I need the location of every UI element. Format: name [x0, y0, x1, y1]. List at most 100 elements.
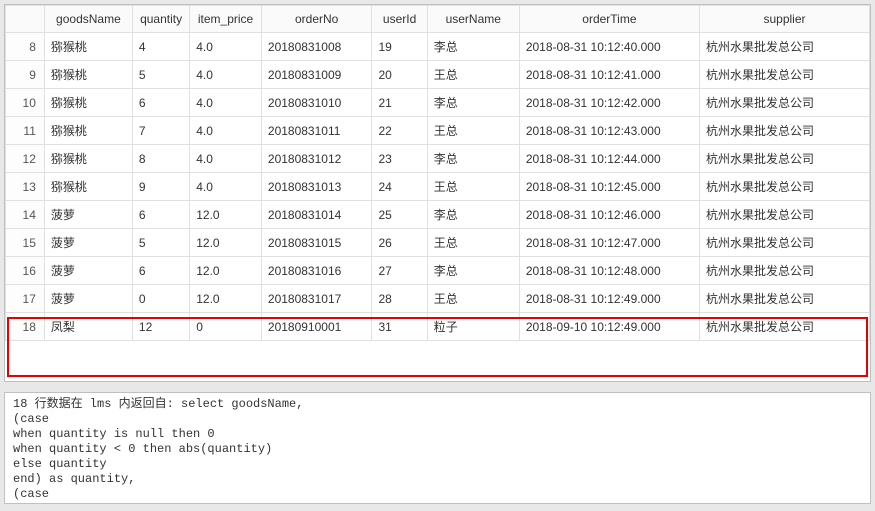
cell-userId[interactable]: 20 [372, 61, 427, 89]
cell-goodsName[interactable]: 猕猴桃 [44, 145, 132, 173]
row-number[interactable]: 8 [6, 33, 45, 61]
cell-supplier[interactable]: 杭州水果批发总公司 [699, 285, 869, 313]
cell-quantity[interactable]: 0 [132, 285, 189, 313]
row-number[interactable]: 16 [6, 257, 45, 285]
cell-userId[interactable]: 24 [372, 173, 427, 201]
cell-orderTime[interactable]: 2018-08-31 10:12:47.000 [519, 229, 699, 257]
cell-goodsName[interactable]: 猕猴桃 [44, 61, 132, 89]
col-orderNo[interactable]: orderNo [261, 6, 372, 33]
cell-supplier[interactable]: 杭州水果批发总公司 [699, 89, 869, 117]
cell-goodsName[interactable]: 菠萝 [44, 201, 132, 229]
row-number[interactable]: 18 [6, 313, 45, 341]
cell-orderNo[interactable]: 20180831015 [261, 229, 372, 257]
table-row[interactable]: 18凤梨1202018091000131粒子2018-09-10 10:12:4… [6, 313, 870, 341]
cell-orderNo[interactable]: 20180831017 [261, 285, 372, 313]
cell-item-price[interactable]: 4.0 [190, 89, 262, 117]
cell-orderNo[interactable]: 20180831008 [261, 33, 372, 61]
cell-orderTime[interactable]: 2018-08-31 10:12:43.000 [519, 117, 699, 145]
table-row[interactable]: 11猕猴桃74.02018083101122王总2018-08-31 10:12… [6, 117, 870, 145]
cell-item-price[interactable]: 4.0 [190, 117, 262, 145]
cell-userId[interactable]: 28 [372, 285, 427, 313]
cell-userName[interactable]: 李总 [427, 33, 519, 61]
cell-item-price[interactable]: 4.0 [190, 173, 262, 201]
cell-item-price[interactable]: 4.0 [190, 33, 262, 61]
cell-orderNo[interactable]: 20180831009 [261, 61, 372, 89]
cell-orderTime[interactable]: 2018-08-31 10:12:44.000 [519, 145, 699, 173]
cell-userId[interactable]: 19 [372, 33, 427, 61]
cell-supplier[interactable]: 杭州水果批发总公司 [699, 173, 869, 201]
table-row[interactable]: 17菠萝012.02018083101728王总2018-08-31 10:12… [6, 285, 870, 313]
cell-supplier[interactable]: 杭州水果批发总公司 [699, 117, 869, 145]
col-orderTime[interactable]: orderTime [519, 6, 699, 33]
col-goodsName[interactable]: goodsName [44, 6, 132, 33]
cell-orderTime[interactable]: 2018-08-31 10:12:49.000 [519, 285, 699, 313]
row-number[interactable]: 10 [6, 89, 45, 117]
col-supplier[interactable]: supplier [699, 6, 869, 33]
results-table-panel[interactable]: goodsName quantity item_price orderNo us… [4, 4, 871, 382]
cell-userId[interactable]: 27 [372, 257, 427, 285]
cell-orderTime[interactable]: 2018-08-31 10:12:46.000 [519, 201, 699, 229]
cell-quantity[interactable]: 9 [132, 173, 189, 201]
cell-userName[interactable]: 王总 [427, 117, 519, 145]
cell-userName[interactable]: 王总 [427, 229, 519, 257]
cell-quantity[interactable]: 6 [132, 89, 189, 117]
cell-orderNo[interactable]: 20180831011 [261, 117, 372, 145]
cell-userId[interactable]: 31 [372, 313, 427, 341]
table-row[interactable]: 12猕猴桃84.02018083101223李总2018-08-31 10:12… [6, 145, 870, 173]
cell-supplier[interactable]: 杭州水果批发总公司 [699, 313, 869, 341]
cell-supplier[interactable]: 杭州水果批发总公司 [699, 229, 869, 257]
col-quantity[interactable]: quantity [132, 6, 189, 33]
cell-orderTime[interactable]: 2018-08-31 10:12:45.000 [519, 173, 699, 201]
table-row[interactable]: 15菠萝512.02018083101526王总2018-08-31 10:12… [6, 229, 870, 257]
cell-orderNo[interactable]: 20180831014 [261, 201, 372, 229]
cell-userId[interactable]: 22 [372, 117, 427, 145]
row-number[interactable]: 17 [6, 285, 45, 313]
cell-userId[interactable]: 21 [372, 89, 427, 117]
cell-orderNo[interactable]: 20180831010 [261, 89, 372, 117]
cell-item-price[interactable]: 12.0 [190, 285, 262, 313]
cell-item-price[interactable]: 12.0 [190, 257, 262, 285]
cell-orderTime[interactable]: 2018-08-31 10:12:48.000 [519, 257, 699, 285]
cell-quantity[interactable]: 6 [132, 257, 189, 285]
cell-goodsName[interactable]: 菠萝 [44, 229, 132, 257]
cell-orderTime[interactable]: 2018-09-10 10:12:49.000 [519, 313, 699, 341]
cell-userName[interactable]: 李总 [427, 145, 519, 173]
cell-userId[interactable]: 23 [372, 145, 427, 173]
cell-supplier[interactable]: 杭州水果批发总公司 [699, 201, 869, 229]
cell-userName[interactable]: 王总 [427, 61, 519, 89]
cell-goodsName[interactable]: 猕猴桃 [44, 33, 132, 61]
cell-orderTime[interactable]: 2018-08-31 10:12:41.000 [519, 61, 699, 89]
cell-userId[interactable]: 25 [372, 201, 427, 229]
col-userName[interactable]: userName [427, 6, 519, 33]
cell-userName[interactable]: 王总 [427, 173, 519, 201]
cell-orderNo[interactable]: 20180910001 [261, 313, 372, 341]
cell-supplier[interactable]: 杭州水果批发总公司 [699, 33, 869, 61]
cell-quantity[interactable]: 5 [132, 229, 189, 257]
table-row[interactable]: 14菠萝612.02018083101425李总2018-08-31 10:12… [6, 201, 870, 229]
cell-goodsName[interactable]: 猕猴桃 [44, 89, 132, 117]
table-row[interactable]: 8猕猴桃44.02018083100819李总2018-08-31 10:12:… [6, 33, 870, 61]
cell-orderTime[interactable]: 2018-08-31 10:12:40.000 [519, 33, 699, 61]
cell-userName[interactable]: 王总 [427, 285, 519, 313]
cell-quantity[interactable]: 5 [132, 61, 189, 89]
cell-orderNo[interactable]: 20180831016 [261, 257, 372, 285]
cell-goodsName[interactable]: 凤梨 [44, 313, 132, 341]
row-number[interactable]: 12 [6, 145, 45, 173]
table-row[interactable]: 9猕猴桃54.02018083100920王总2018-08-31 10:12:… [6, 61, 870, 89]
cell-item-price[interactable]: 12.0 [190, 201, 262, 229]
cell-goodsName[interactable]: 猕猴桃 [44, 173, 132, 201]
cell-quantity[interactable]: 8 [132, 145, 189, 173]
col-rownum[interactable] [6, 6, 45, 33]
sql-output-panel[interactable]: 18 行数据在 lms 内返回自: select goodsName, (cas… [4, 392, 871, 504]
cell-orderNo[interactable]: 20180831012 [261, 145, 372, 173]
table-row[interactable]: 16菠萝612.02018083101627李总2018-08-31 10:12… [6, 257, 870, 285]
cell-orderTime[interactable]: 2018-08-31 10:12:42.000 [519, 89, 699, 117]
cell-quantity[interactable]: 4 [132, 33, 189, 61]
row-number[interactable]: 9 [6, 61, 45, 89]
col-userId[interactable]: userId [372, 6, 427, 33]
cell-quantity[interactable]: 7 [132, 117, 189, 145]
cell-goodsName[interactable]: 菠萝 [44, 285, 132, 313]
cell-item-price[interactable]: 4.0 [190, 145, 262, 173]
cell-item-price[interactable]: 12.0 [190, 229, 262, 257]
cell-quantity[interactable]: 12 [132, 313, 189, 341]
